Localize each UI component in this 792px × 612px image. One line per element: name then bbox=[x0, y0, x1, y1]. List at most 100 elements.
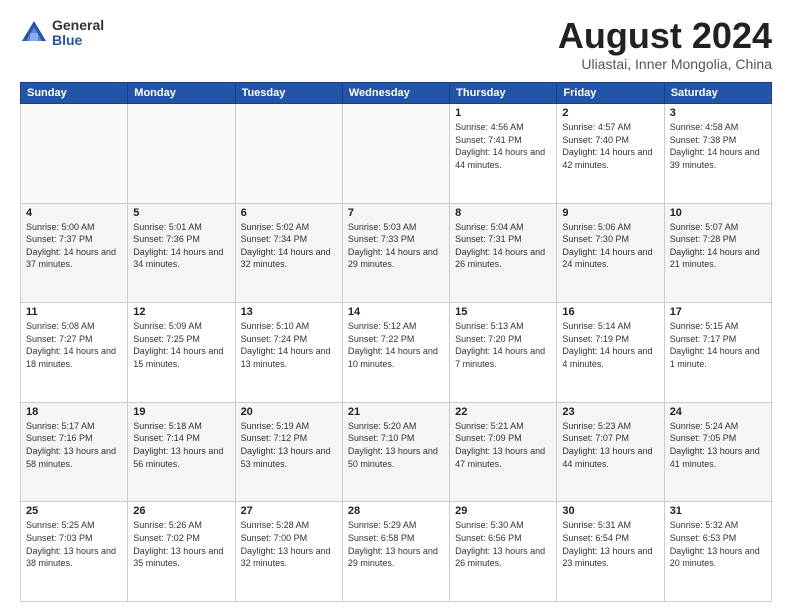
day-info: Sunrise: 5:04 AM Sunset: 7:31 PM Dayligh… bbox=[455, 221, 551, 271]
table-row: 11Sunrise: 5:08 AM Sunset: 7:27 PM Dayli… bbox=[21, 303, 128, 403]
day-number: 14 bbox=[348, 306, 444, 318]
logo-general: General bbox=[52, 18, 104, 33]
table-row: 4 Sunrise: 5:00 AM Sunset: 7:37 PM Daylig… bbox=[21, 203, 128, 303]
day-number: 19 bbox=[133, 406, 229, 418]
col-thursday: Thursday bbox=[450, 83, 557, 104]
table-row: 19Sunrise: 5:18 AM Sunset: 7:14 PM Dayli… bbox=[128, 402, 235, 502]
col-friday: Friday bbox=[557, 83, 664, 104]
day-info: Sunrise: 5:25 AM Sunset: 7:03 PM Dayligh… bbox=[26, 519, 122, 569]
col-tuesday: Tuesday bbox=[235, 83, 342, 104]
table-row: 22 Sunrise: 5:21 AM Sunset: 7:09 PM Dayli… bbox=[450, 402, 557, 502]
day-info: Sunrise: 5:13 AM Sunset: 7:20 PM Dayligh… bbox=[455, 320, 551, 370]
col-sunday: Sunday bbox=[21, 83, 128, 104]
day-info: Sunrise: 5:03 AM Sunset: 7:33 PM Dayligh… bbox=[348, 221, 444, 271]
day-info: Sunrise: 5:31 AM Sunset: 6:54 PM Dayligh… bbox=[562, 519, 658, 569]
day-number: 17 bbox=[670, 306, 766, 318]
table-row: 24 Sunrise: 5:24 AM Sunset: 7:05 PM Dayli… bbox=[664, 402, 771, 502]
table-row: 2 Sunrise: 4:57 AM Sunset: 7:40 PM Daylig… bbox=[557, 104, 664, 204]
table-row: 26Sunrise: 5:26 AM Sunset: 7:02 PM Dayli… bbox=[128, 502, 235, 602]
table-row bbox=[342, 104, 449, 204]
logo-icon bbox=[20, 19, 48, 47]
table-row: 25 Sunrise: 5:25 AM Sunset: 7:03 PM Dayli… bbox=[21, 502, 128, 602]
day-number: 13 bbox=[241, 306, 337, 318]
day-number: 5 bbox=[133, 207, 229, 219]
day-number: 1 bbox=[455, 107, 551, 119]
day-number: 25 bbox=[26, 505, 122, 517]
calendar-week-row: 4 Sunrise: 5:00 AM Sunset: 7:37 PM Daylig… bbox=[21, 203, 772, 303]
day-info: Sunrise: 4:57 AM Sunset: 7:40 PM Dayligh… bbox=[562, 121, 658, 171]
day-number: 6 bbox=[241, 207, 337, 219]
day-number: 30 bbox=[562, 505, 658, 517]
day-number: 22 bbox=[455, 406, 551, 418]
day-number: 8 bbox=[455, 207, 551, 219]
day-number: 24 bbox=[670, 406, 766, 418]
day-number: 27 bbox=[241, 505, 337, 517]
day-info: Sunrise: 5:23 AM Sunset: 7:07 PM Dayligh… bbox=[562, 420, 658, 470]
day-number: 31 bbox=[670, 505, 766, 517]
day-number: 12 bbox=[133, 306, 229, 318]
day-info: Sunrise: 5:26 AM Sunset: 7:02 PM Dayligh… bbox=[133, 519, 229, 569]
day-number: 4 bbox=[26, 207, 122, 219]
day-number: 2 bbox=[562, 107, 658, 119]
day-number: 28 bbox=[348, 505, 444, 517]
table-row: 8 Sunrise: 5:04 AM Sunset: 7:31 PM Daylig… bbox=[450, 203, 557, 303]
day-number: 3 bbox=[670, 107, 766, 119]
table-row: 17 Sunrise: 5:15 AM Sunset: 7:17 PM Dayli… bbox=[664, 303, 771, 403]
day-number: 20 bbox=[241, 406, 337, 418]
day-number: 18 bbox=[26, 406, 122, 418]
day-info: Sunrise: 5:24 AM Sunset: 7:05 PM Dayligh… bbox=[670, 420, 766, 470]
table-row: 7 Sunrise: 5:03 AM Sunset: 7:33 PM Daylig… bbox=[342, 203, 449, 303]
calendar-week-row: 1 Sunrise: 4:56 AM Sunset: 7:41 PM Daylig… bbox=[21, 104, 772, 204]
day-info: Sunrise: 5:20 AM Sunset: 7:10 PM Dayligh… bbox=[348, 420, 444, 470]
logo-text: General Blue bbox=[52, 18, 104, 49]
day-number: 15 bbox=[455, 306, 551, 318]
day-info: Sunrise: 5:17 AM Sunset: 7:16 PM Dayligh… bbox=[26, 420, 122, 470]
day-info: Sunrise: 5:30 AM Sunset: 6:56 PM Dayligh… bbox=[455, 519, 551, 569]
table-row: 21 Sunrise: 5:20 AM Sunset: 7:10 PM Dayli… bbox=[342, 402, 449, 502]
day-info: Sunrise: 5:15 AM Sunset: 7:17 PM Dayligh… bbox=[670, 320, 766, 370]
table-row bbox=[235, 104, 342, 204]
calendar-header-row: Sunday Monday Tuesday Wednesday Thursday… bbox=[21, 83, 772, 104]
table-row: 27Sunrise: 5:28 AM Sunset: 7:00 PM Dayli… bbox=[235, 502, 342, 602]
table-row: 10Sunrise: 5:07 AM Sunset: 7:28 PM Dayli… bbox=[664, 203, 771, 303]
day-info: Sunrise: 5:10 AM Sunset: 7:24 PM Dayligh… bbox=[241, 320, 337, 370]
day-info: Sunrise: 5:08 AM Sunset: 7:27 PM Dayligh… bbox=[26, 320, 122, 370]
day-number: 23 bbox=[562, 406, 658, 418]
table-row: 9Sunrise: 5:06 AM Sunset: 7:30 PM Daylig… bbox=[557, 203, 664, 303]
day-info: Sunrise: 5:00 AM Sunset: 7:37 PM Dayligh… bbox=[26, 221, 122, 271]
page: General Blue August 2024 Uliastai, Inner… bbox=[0, 0, 792, 612]
table-row bbox=[128, 104, 235, 204]
table-row: 31 Sunrise: 5:32 AM Sunset: 6:53 PM Dayli… bbox=[664, 502, 771, 602]
table-row: 5 Sunrise: 5:01 AM Sunset: 7:36 PM Daylig… bbox=[128, 203, 235, 303]
table-row: 6 Sunrise: 5:02 AM Sunset: 7:34 PM Daylig… bbox=[235, 203, 342, 303]
day-number: 7 bbox=[348, 207, 444, 219]
table-row: 15 Sunrise: 5:13 AM Sunset: 7:20 PM Dayli… bbox=[450, 303, 557, 403]
day-info: Sunrise: 5:02 AM Sunset: 7:34 PM Dayligh… bbox=[241, 221, 337, 271]
table-row: 23 Sunrise: 5:23 AM Sunset: 7:07 PM Dayli… bbox=[557, 402, 664, 502]
day-info: Sunrise: 4:56 AM Sunset: 7:41 PM Dayligh… bbox=[455, 121, 551, 171]
table-row bbox=[21, 104, 128, 204]
day-number: 21 bbox=[348, 406, 444, 418]
day-info: Sunrise: 5:01 AM Sunset: 7:36 PM Dayligh… bbox=[133, 221, 229, 271]
title-block: August 2024 Uliastai, Inner Mongolia, Ch… bbox=[558, 18, 772, 72]
day-number: 29 bbox=[455, 505, 551, 517]
calendar-week-row: 25 Sunrise: 5:25 AM Sunset: 7:03 PM Dayli… bbox=[21, 502, 772, 602]
table-row: 13 Sunrise: 5:10 AM Sunset: 7:24 PM Dayli… bbox=[235, 303, 342, 403]
title-month: August 2024 bbox=[558, 18, 772, 54]
table-row: 12Sunrise: 5:09 AM Sunset: 7:25 PM Dayli… bbox=[128, 303, 235, 403]
day-info: Sunrise: 5:12 AM Sunset: 7:22 PM Dayligh… bbox=[348, 320, 444, 370]
col-wednesday: Wednesday bbox=[342, 83, 449, 104]
day-info: Sunrise: 5:32 AM Sunset: 6:53 PM Dayligh… bbox=[670, 519, 766, 569]
day-info: Sunrise: 5:29 AM Sunset: 6:58 PM Dayligh… bbox=[348, 519, 444, 569]
col-saturday: Saturday bbox=[664, 83, 771, 104]
logo: General Blue bbox=[20, 18, 104, 49]
table-row: 16Sunrise: 5:14 AM Sunset: 7:19 PM Dayli… bbox=[557, 303, 664, 403]
day-info: Sunrise: 4:58 AM Sunset: 7:38 PM Dayligh… bbox=[670, 121, 766, 171]
table-row: 30 Sunrise: 5:31 AM Sunset: 6:54 PM Dayli… bbox=[557, 502, 664, 602]
day-number: 16 bbox=[562, 306, 658, 318]
day-number: 10 bbox=[670, 207, 766, 219]
calendar-table: Sunday Monday Tuesday Wednesday Thursday… bbox=[20, 82, 772, 602]
table-row: 28 Sunrise: 5:29 AM Sunset: 6:58 PM Dayli… bbox=[342, 502, 449, 602]
title-location: Uliastai, Inner Mongolia, China bbox=[558, 56, 772, 72]
day-info: Sunrise: 5:21 AM Sunset: 7:09 PM Dayligh… bbox=[455, 420, 551, 470]
